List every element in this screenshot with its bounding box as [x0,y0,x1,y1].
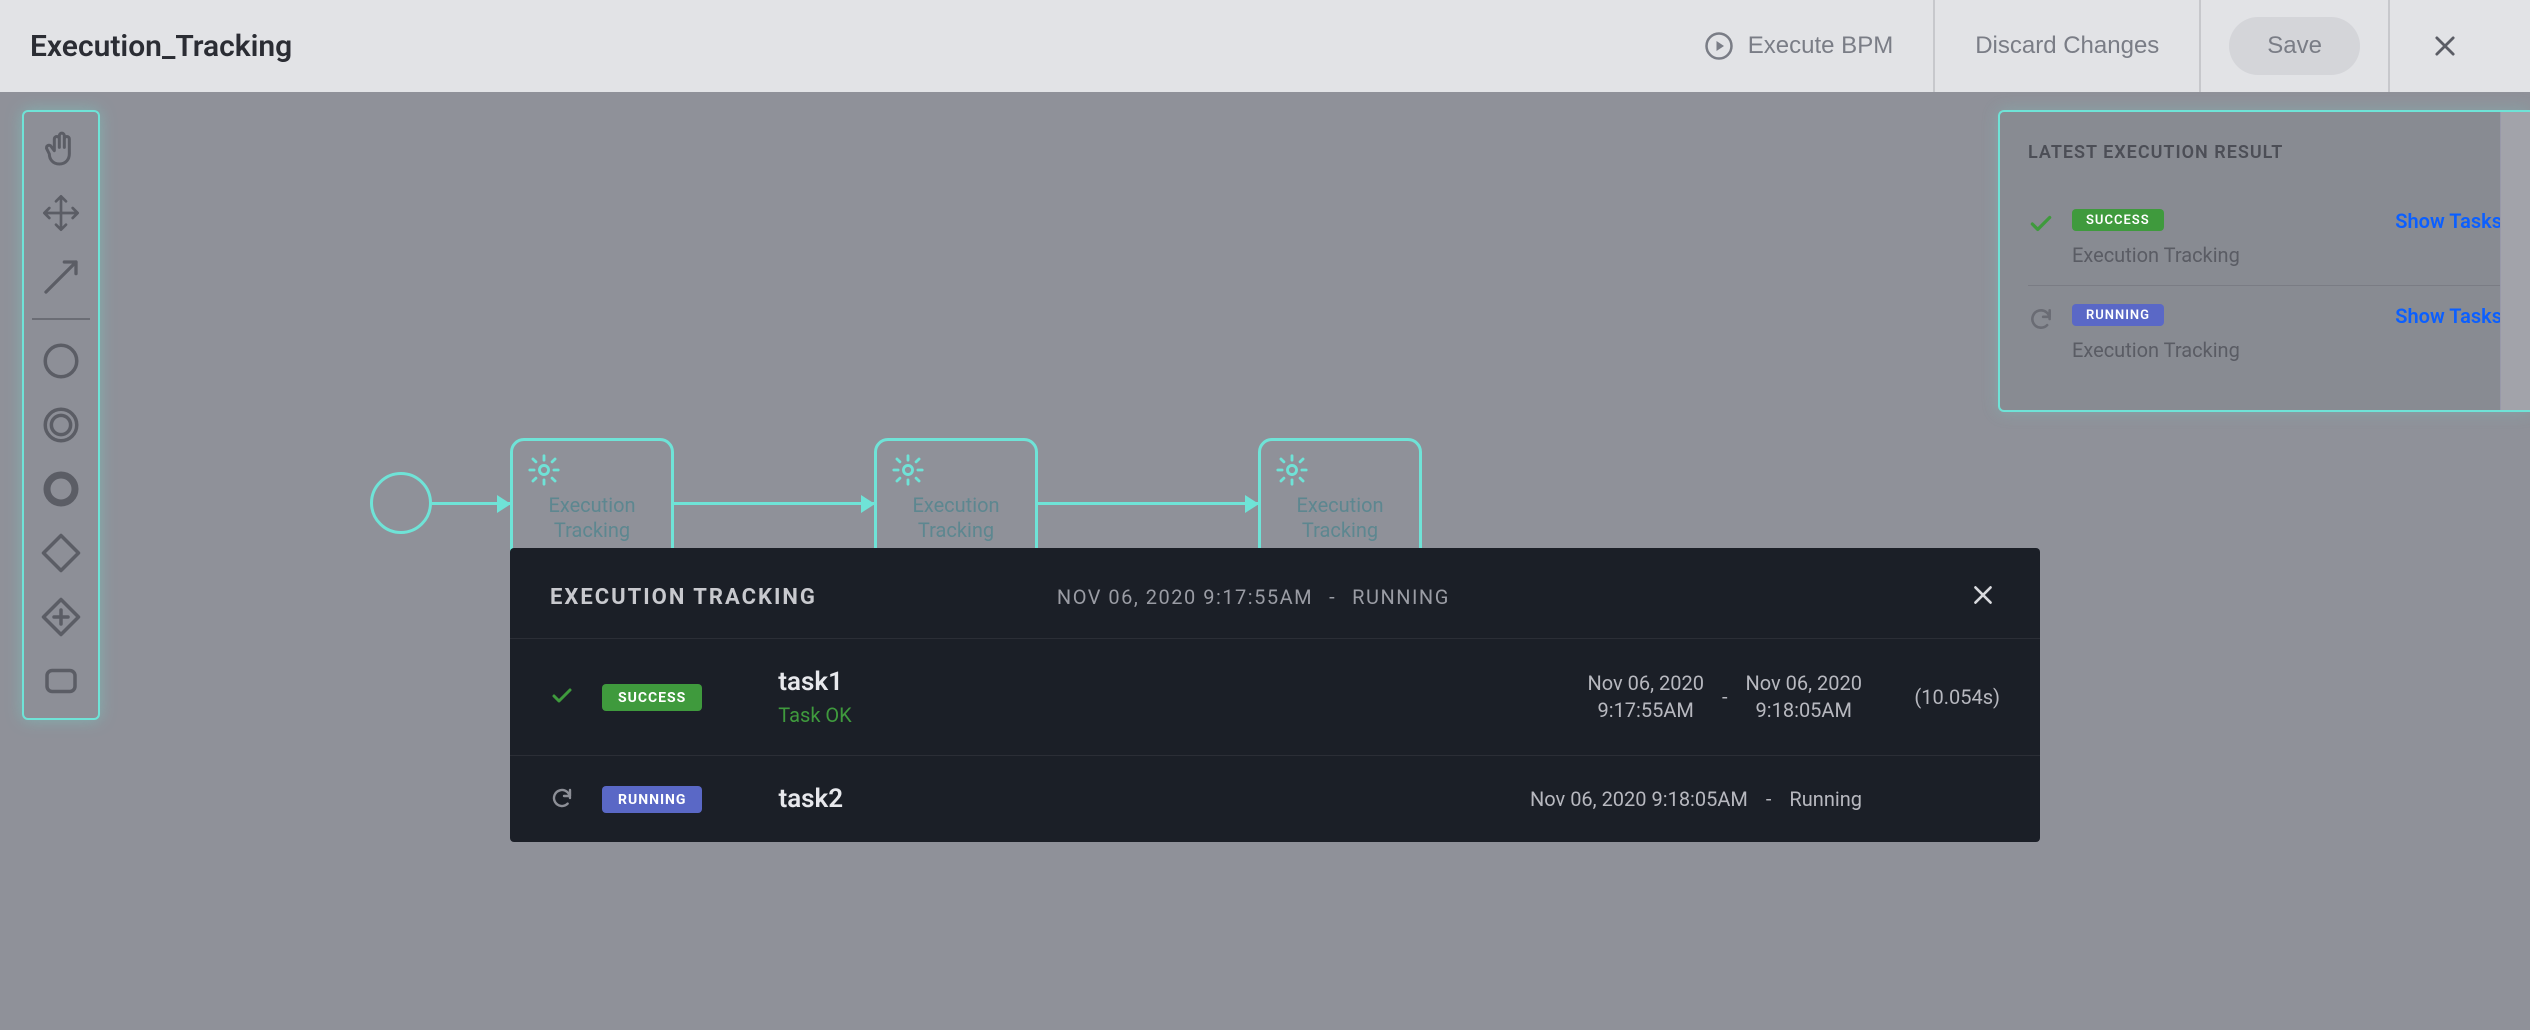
start-event-icon[interactable] [38,338,84,384]
start-event-node[interactable] [370,472,432,534]
task-row: SUCCESS task1 Task OK Nov 06, 2020 9:17:… [510,638,2040,755]
execute-bpm-label: Execute BPM [1748,32,1893,60]
close-detail-button[interactable] [1970,582,2000,612]
panel-scrollbar[interactable] [2500,112,2530,410]
gear-icon [527,453,561,487]
result-name: Execution Tracking [2072,243,2377,267]
latest-result-panel: LATEST EXECUTION RESULT SUCCESS Executio… [1998,110,2530,412]
gear-icon [1275,453,1309,487]
header-actions: Execute BPM Discard Changes Save [1664,0,2500,92]
time-separator: - [1722,685,1728,709]
gateway-icon[interactable] [38,530,84,576]
app-header: Execution_Tracking Execute BPM Discard C… [0,0,2530,92]
task-name: task1 [778,667,1078,697]
toolbar-separator [32,318,90,320]
show-tasks-link[interactable]: Show Tasks [2395,304,2502,328]
hand-tool-icon[interactable] [38,126,84,172]
task-node-1-label: Execution Tracking [521,493,663,543]
shape-toolbar [22,110,100,720]
task-subtitle: Task OK [778,703,1078,727]
spinner-icon [550,786,576,812]
detail-title: EXECUTION TRACKING [550,585,817,610]
end-event-icon[interactable] [38,466,84,512]
intermediate-event-icon[interactable] [38,402,84,448]
gear-icon [891,453,925,487]
connector-tool-icon[interactable] [38,254,84,300]
spinner-icon [2028,306,2054,332]
save-label: Save [2267,32,2322,60]
task-name: task2 [778,784,1078,814]
detail-status: RUNNING [1352,585,1450,609]
status-badge: RUNNING [602,786,702,813]
status-badge: RUNNING [2072,304,2164,326]
flow-arrow [674,502,874,505]
show-tasks-link[interactable]: Show Tasks [2395,209,2502,233]
check-icon [2028,211,2054,237]
task-node-2-label: Execution Tracking [885,493,1027,543]
discard-changes-button[interactable]: Discard Changes [1933,0,2199,92]
discard-changes-label: Discard Changes [1975,32,2159,60]
parallel-gateway-icon[interactable] [38,594,84,640]
task-row: RUNNING task2 Nov 06, 2020 9:18:05AM - R… [510,755,2040,842]
check-icon [550,684,576,710]
detail-start-ts: NOV 06, 2020 9:17:55AM [1057,585,1313,609]
detail-dash: - [1329,585,1336,609]
flow-arrow [432,502,510,505]
execute-bpm-button[interactable]: Execute BPM [1664,0,1933,92]
task-end-time: Nov 06, 2020 9:18:05AM [1745,670,1862,724]
task-start-time: Nov 06, 2020 9:18:05AM [1530,786,1748,813]
result-row: SUCCESS Execution Tracking Show Tasks [2028,191,2502,285]
flow-arrow [1038,502,1258,505]
task-duration: (10.054s) [1880,685,2000,709]
latest-result-title: LATEST EXECUTION RESULT [2028,142,2502,163]
task-end-time: Running [1789,787,1862,811]
close-button[interactable] [2430,31,2460,61]
play-circle-icon [1704,31,1734,61]
task-node-3-label: Execution Tracking [1269,493,1411,543]
status-badge: SUCCESS [602,684,702,711]
execution-detail-popup: EXECUTION TRACKING NOV 06, 2020 9:17:55A… [510,548,2040,842]
result-name: Execution Tracking [2072,338,2377,362]
detail-header: EXECUTION TRACKING NOV 06, 2020 9:17:55A… [510,548,2040,638]
task-start-time: Nov 06, 2020 9:17:55AM [1587,670,1704,724]
time-separator: - [1766,787,1772,811]
save-button[interactable]: Save [2229,17,2360,75]
task-shape-icon[interactable] [38,658,84,704]
page-title: Execution_Tracking [30,29,292,64]
status-badge: SUCCESS [2072,209,2164,231]
move-tool-icon[interactable] [38,190,84,236]
result-row: RUNNING Execution Tracking Show Tasks [2028,285,2502,380]
workflow-canvas[interactable]: Execution Tracking Execution Tracking Ex… [0,92,2530,1030]
